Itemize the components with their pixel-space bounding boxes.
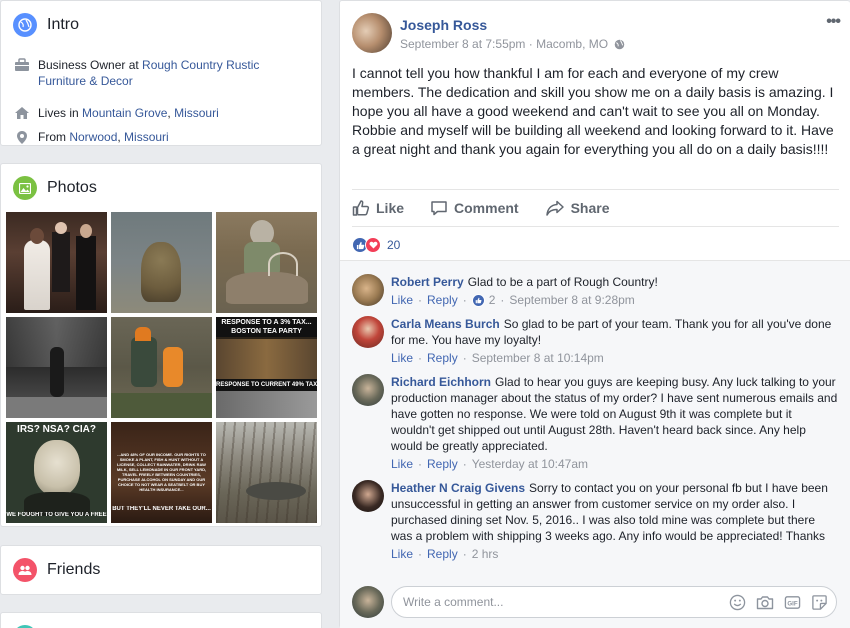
meme-braveheart-text: ...AND 48% OF OUR INCOME. OUR RIGHTS TO … bbox=[116, 452, 207, 492]
camera-icon[interactable] bbox=[756, 594, 774, 611]
photo-creek[interactable] bbox=[216, 422, 317, 523]
comment-like-link[interactable]: Like bbox=[391, 546, 413, 562]
comment-input-placeholder: Write a comment... bbox=[403, 595, 504, 609]
commenter-avatar[interactable] bbox=[352, 480, 384, 512]
comment-text: Glad to be a part of Rough Country! bbox=[467, 275, 658, 289]
post-card: Joseph Ross September 8 at 7:55pm · Maco… bbox=[339, 0, 850, 628]
from-city-link[interactable]: Norwood bbox=[69, 130, 117, 144]
photo-bw-walkers[interactable] bbox=[6, 317, 107, 418]
public-globe-icon[interactable] bbox=[614, 39, 625, 50]
intro-card: Intro Business Owner at Rough Country Ru… bbox=[0, 0, 322, 146]
comment-button[interactable]: Comment bbox=[430, 199, 519, 217]
gif-icon[interactable]: GIF bbox=[784, 594, 801, 611]
briefcase-icon bbox=[13, 57, 31, 73]
meme-braveheart-bottom: BUT THEY'LL NEVER TAKE OUR... bbox=[112, 506, 211, 512]
photo-hunter-deer[interactable] bbox=[216, 212, 317, 313]
comment-bubble-icon bbox=[431, 201, 447, 216]
comment-time[interactable]: September 8 at 9:28pm bbox=[509, 292, 634, 308]
lives-city-link[interactable]: Mountain Grove bbox=[82, 106, 167, 120]
comment-input[interactable]: Write a comment... GIF bbox=[391, 586, 837, 618]
photo-meme-braveheart[interactable]: ...AND 48% OF OUR INCOME. OUR RIGHTS TO … bbox=[111, 422, 212, 523]
intro-title: Intro bbox=[47, 16, 80, 33]
photos-card: Photos RESPONSE TO A 3% TAX... BOSTON TE… bbox=[0, 163, 322, 527]
write-comment-row: Write a comment... GIF bbox=[352, 586, 837, 618]
share-label: Share bbox=[570, 200, 610, 216]
work-prefix: Business Owner at bbox=[38, 58, 143, 72]
photo-kids-halloween[interactable] bbox=[111, 317, 212, 418]
comment-time[interactable]: September 8 at 10:14pm bbox=[472, 350, 604, 366]
photo-icon bbox=[13, 176, 37, 200]
meme-tax-bottom: RESPONSE TO CURRENT 49% TAX... bbox=[216, 379, 317, 391]
reactions-summary[interactable]: 20 bbox=[352, 237, 400, 253]
comment-like-link[interactable]: Like bbox=[391, 456, 413, 472]
photo-meme-washington[interactable]: IRS? NSA? CIA? WE FOUGHT TO GIVE YOU A F… bbox=[6, 422, 107, 523]
comment-reply-link[interactable]: Reply bbox=[427, 456, 458, 472]
friends-title[interactable]: Friends bbox=[47, 561, 100, 579]
gif-label: GIF bbox=[787, 600, 797, 607]
viewer-avatar[interactable] bbox=[352, 586, 384, 618]
comment-like-link[interactable]: Like bbox=[391, 292, 413, 308]
comment-reply-link[interactable]: Reply bbox=[427, 292, 458, 308]
meta-separator: · bbox=[525, 37, 537, 51]
commenter-name[interactable]: Richard Eichhorn bbox=[391, 375, 491, 389]
location-pin-icon bbox=[13, 129, 31, 145]
globe-icon bbox=[13, 13, 37, 37]
photo-ghillie[interactable] bbox=[111, 212, 212, 313]
commenter-name[interactable]: Carla Means Burch bbox=[391, 317, 500, 331]
comment-like-badge-icon bbox=[471, 293, 485, 307]
meme-washington-bottom: WE FOUGHT TO GIVE YOU A FREE bbox=[6, 512, 107, 518]
emoji-icon[interactable] bbox=[729, 594, 746, 611]
share-arrow-icon bbox=[545, 200, 564, 216]
comment-item: Heather N Craig Givens Sorry to contact y… bbox=[352, 480, 838, 562]
comment-item: Richard Eichhorn Glad to hear you guys ar… bbox=[352, 374, 838, 472]
comment-item: Robert Perry Glad to be a part of Rough C… bbox=[352, 274, 838, 308]
comment-time[interactable]: 2 hrs bbox=[472, 546, 499, 562]
like-label: Like bbox=[376, 200, 405, 216]
commenter-avatar[interactable] bbox=[352, 274, 384, 306]
from-state-link[interactable]: Missouri bbox=[124, 130, 169, 144]
comment-label: Comment bbox=[454, 200, 519, 216]
lives-state-link[interactable]: Missouri bbox=[174, 106, 219, 120]
author-avatar[interactable] bbox=[352, 13, 392, 53]
lives-prefix: Lives in bbox=[38, 106, 83, 120]
thumbs-up-icon bbox=[352, 200, 370, 216]
photo-wedding[interactable] bbox=[6, 212, 107, 313]
meme-tax-top: RESPONSE TO A 3% TAX... BOSTON TEA PARTY bbox=[216, 317, 317, 337]
comment-time[interactable]: Yesterday at 10:47am bbox=[472, 456, 588, 472]
post-location-link[interactable]: Macomb, MO bbox=[536, 37, 608, 51]
intro-lives: Lives in Mountain Grove, Missouri bbox=[1, 105, 321, 121]
commenter-name[interactable]: Robert Perry bbox=[391, 275, 464, 289]
photo-meme-tax[interactable]: RESPONSE TO A 3% TAX... BOSTON TEA PARTY… bbox=[216, 317, 317, 418]
home-icon bbox=[13, 105, 31, 121]
love-reaction-icon bbox=[365, 237, 381, 253]
comment-item: Carla Means Burch So glad to be part of y… bbox=[352, 316, 838, 366]
like-button[interactable]: Like bbox=[352, 199, 404, 217]
from-prefix: From bbox=[38, 130, 70, 144]
friends-icon bbox=[13, 558, 37, 582]
comment-like-count[interactable]: 2 bbox=[489, 292, 496, 308]
friends-card: Friends bbox=[0, 545, 322, 595]
post-actions-bar: Like Comment Share bbox=[352, 189, 839, 227]
comment-reply-link[interactable]: Reply bbox=[427, 350, 458, 366]
photos-title[interactable]: Photos bbox=[47, 179, 97, 197]
commenter-avatar[interactable] bbox=[352, 374, 384, 406]
commenter-name[interactable]: Heather N Craig Givens bbox=[391, 481, 525, 495]
comment-like-link[interactable]: Like bbox=[391, 350, 413, 366]
post-date-link[interactable]: September 8 at 7:55pm bbox=[400, 37, 525, 51]
post-options-button[interactable]: ••• bbox=[826, 13, 841, 31]
commenter-avatar[interactable] bbox=[352, 316, 384, 348]
intro-from: From Norwood, Missouri bbox=[1, 129, 321, 145]
meme-washington-top: IRS? NSA? CIA? bbox=[17, 424, 96, 435]
share-button[interactable]: Share bbox=[545, 199, 610, 217]
author-name[interactable]: Joseph Ross bbox=[400, 17, 625, 33]
intro-work: Business Owner at Rough Country Rustic F… bbox=[1, 57, 321, 89]
post-message: I cannot tell you how thankful I am for … bbox=[352, 65, 834, 157]
comments-section: Robert Perry Glad to be a part of Rough C… bbox=[340, 260, 850, 628]
reaction-count: 20 bbox=[387, 238, 401, 252]
comment-reply-link[interactable]: Reply bbox=[427, 546, 458, 562]
sticker-icon[interactable] bbox=[811, 594, 828, 611]
next-card-partial bbox=[0, 612, 322, 628]
